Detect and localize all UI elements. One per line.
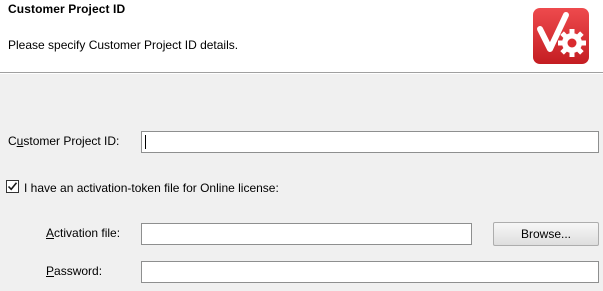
activation-file-input[interactable] xyxy=(141,223,472,245)
customer-project-id-dialog: Customer Project ID Please specify Custo… xyxy=(0,0,603,291)
page-title: Customer Project ID xyxy=(8,2,126,16)
wizard-header: Customer Project ID Please specify Custo… xyxy=(0,0,603,73)
activation-token-checkbox[interactable] xyxy=(6,180,19,193)
customer-project-id-input[interactable] xyxy=(141,131,599,153)
browse-button[interactable]: Browse... xyxy=(493,222,599,246)
activation-file-label: Activation file: xyxy=(46,226,121,240)
activation-token-checkbox-label[interactable]: I have an activation-token file for Onli… xyxy=(24,181,279,195)
customer-project-id-label: Customer Project ID: xyxy=(8,134,120,148)
page-subtitle: Please specify Customer Project ID detai… xyxy=(8,38,239,52)
checkmark-icon xyxy=(7,182,18,191)
text-caret xyxy=(145,135,146,149)
password-label: Password: xyxy=(46,264,103,278)
password-input[interactable] xyxy=(141,261,599,283)
red-checkmark-gear-logo-icon xyxy=(532,7,590,65)
